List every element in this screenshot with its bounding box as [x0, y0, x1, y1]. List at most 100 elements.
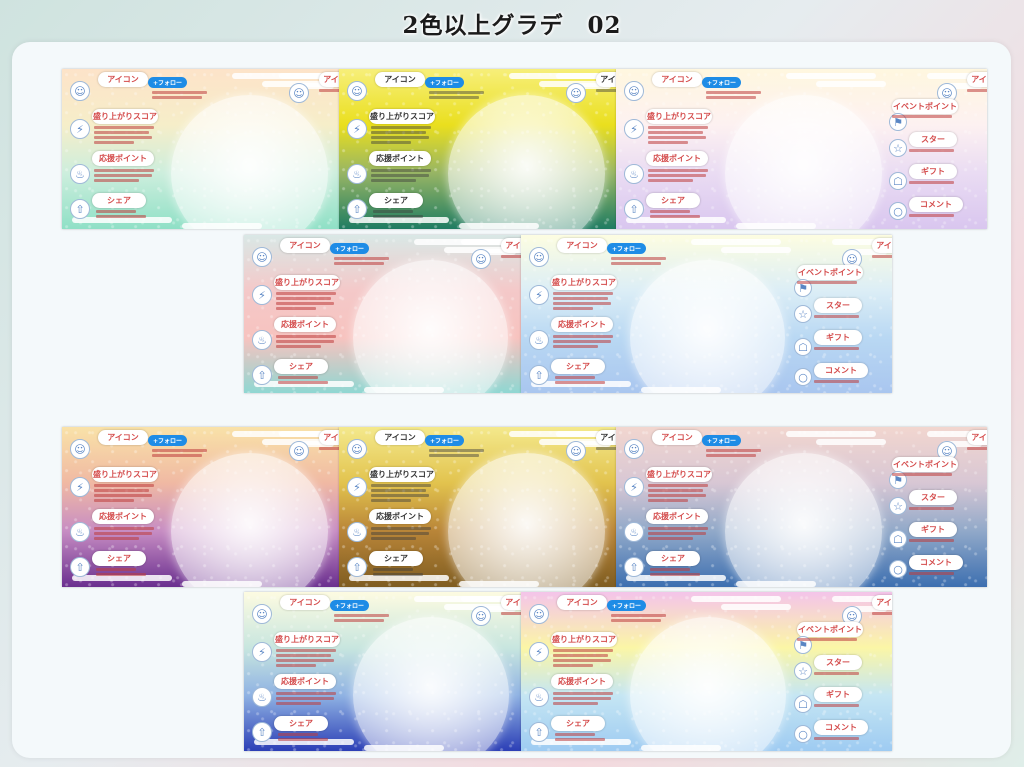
flame-icon: ♨ — [70, 164, 90, 184]
share-icon: ⇧ — [70, 557, 90, 577]
follow-button[interactable]: +フォロー — [330, 600, 370, 611]
description-line — [429, 449, 484, 452]
label-icon: アイコン — [652, 72, 702, 87]
description-line — [319, 447, 339, 450]
star-icon: ☆ — [794, 662, 812, 680]
description-line — [94, 131, 149, 134]
description-line — [553, 664, 593, 667]
person-icon: ☺ — [471, 249, 491, 269]
follow-button[interactable]: +フォロー — [330, 243, 370, 254]
description-line — [152, 96, 202, 99]
label-score: 盛り上がりスコア — [369, 467, 435, 482]
description-line — [371, 499, 411, 502]
label-share: シェア — [274, 716, 328, 731]
description-line — [373, 215, 423, 218]
follow-button[interactable]: +フォロー — [607, 243, 647, 254]
follow-button[interactable]: +フォロー — [607, 600, 647, 611]
label-icon: アイコン — [872, 238, 892, 253]
label-support: 応援ポイント — [92, 509, 154, 524]
label-support: 応援ポイント — [92, 151, 154, 166]
description-line — [648, 179, 693, 182]
description-line — [648, 532, 706, 535]
description-line — [553, 692, 613, 695]
description-line — [909, 149, 954, 152]
description-line — [371, 136, 429, 139]
description-line — [648, 174, 706, 177]
share-icon: ⇧ — [529, 365, 549, 385]
description-line — [371, 174, 429, 177]
follow-button[interactable]: +フォロー — [425, 435, 465, 446]
description-line — [967, 447, 987, 450]
label-icon: アイコン — [967, 430, 987, 445]
person-icon: ☺ — [624, 439, 644, 459]
description-line — [553, 654, 608, 657]
label-comment: コメント — [909, 555, 963, 570]
follow-button[interactable]: +フォロー — [702, 77, 742, 88]
person-icon: ☺ — [471, 606, 491, 626]
description-line — [967, 89, 987, 92]
lightning-icon: ⚡ — [70, 477, 90, 497]
description-line — [650, 568, 690, 571]
description-line — [648, 499, 688, 502]
description-line — [276, 292, 336, 295]
follow-button[interactable]: +フォロー — [425, 77, 465, 88]
description-line — [276, 654, 331, 657]
follow-button[interactable]: +フォロー — [702, 435, 742, 446]
description-line — [501, 612, 521, 615]
description-line — [553, 302, 611, 305]
share-icon: ⇧ — [624, 199, 644, 219]
description-line — [648, 126, 708, 129]
description-line — [814, 704, 859, 707]
label-star: スター — [814, 298, 862, 313]
label-icon: アイコン — [501, 595, 521, 610]
share-icon: ⇧ — [70, 199, 90, 219]
cloud-decoration — [786, 73, 876, 79]
description-line — [94, 532, 152, 535]
label-score: 盛り上がりスコア — [646, 467, 712, 482]
description-line — [94, 126, 154, 129]
label-score: 盛り上がりスコア — [646, 109, 712, 124]
description-line — [334, 619, 384, 622]
description-line — [814, 380, 859, 383]
person-icon: ☺ — [566, 441, 586, 461]
follow-button[interactable]: +フォロー — [148, 77, 188, 88]
lightning-icon: ⚡ — [70, 119, 90, 139]
description-line — [94, 169, 154, 172]
description-line — [650, 215, 700, 218]
description-line — [276, 692, 336, 695]
label-score: 盛り上がりスコア — [551, 275, 617, 290]
description-line — [797, 638, 857, 641]
description-line — [648, 131, 703, 134]
label-share: シェア — [369, 193, 423, 208]
label-support: 応援ポイント — [369, 509, 431, 524]
description-line — [872, 255, 892, 258]
description-line — [648, 489, 703, 492]
follow-button[interactable]: +フォロー — [148, 435, 188, 446]
description-line — [276, 340, 334, 343]
description-line — [94, 174, 152, 177]
description-line — [555, 733, 595, 736]
label-comment: コメント — [814, 363, 868, 378]
description-line — [909, 572, 954, 575]
label-icon: アイコン — [501, 238, 521, 253]
description-line — [96, 573, 146, 576]
cloud-decoration — [721, 604, 791, 610]
overlay-thumbnail-2: ☺⚡♨⇧アイコン+フォロー盛り上がりスコア応援ポイントシェア☺アイコン — [339, 69, 616, 229]
description-line — [276, 345, 321, 348]
flame-icon: ♨ — [529, 330, 549, 350]
flame-icon: ♨ — [347, 164, 367, 184]
description-line — [555, 376, 595, 379]
overlay-thumbnail-6: ☺⚡♨⇧アイコン+フォロー盛り上がりスコア応援ポイントシェア☺アイコン — [62, 427, 339, 587]
person-icon: ☺ — [289, 441, 309, 461]
comment-icon: ○ — [889, 560, 907, 578]
share-icon: ⇧ — [347, 199, 367, 219]
label-gift: ギフト — [814, 330, 862, 345]
overlay-thumbnail-5: ☺⚡♨⇧アイコン+フォロー盛り上がりスコア応援ポイントシェア☺アイコンイベントポ… — [521, 235, 892, 393]
person-icon: ☺ — [70, 439, 90, 459]
description-line — [648, 136, 706, 139]
label-share: シェア — [92, 551, 146, 566]
label-support: 応援ポイント — [369, 151, 431, 166]
description-line — [553, 697, 611, 700]
gift-icon: ☖ — [794, 695, 812, 713]
lightning-icon: ⚡ — [624, 477, 644, 497]
